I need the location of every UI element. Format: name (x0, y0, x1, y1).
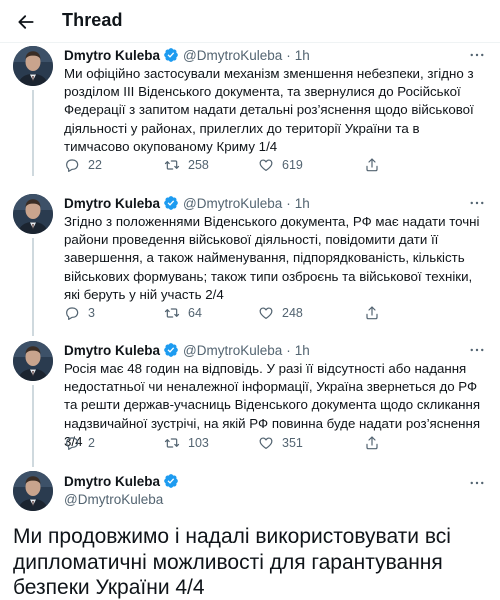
more-button[interactable] (466, 44, 488, 66)
retweet-icon (164, 435, 180, 451)
retweet-button[interactable]: 103 (164, 433, 209, 453)
reply-count: 2 (88, 436, 95, 450)
author-handle[interactable]: @DmytroKuleba (183, 343, 282, 358)
author-name[interactable]: Dmytro Kuleba (64, 196, 160, 211)
retweet-button[interactable]: 258 (164, 155, 209, 175)
like-count: 619 (282, 158, 303, 172)
retweet-count: 103 (188, 436, 209, 450)
separator-dot: · (286, 195, 291, 211)
tweet-text: Ми офіційно застосували механізм зменшен… (64, 66, 474, 154)
separator-dot: · (286, 47, 291, 63)
heart-icon (258, 157, 274, 173)
verified-badge-icon (163, 195, 179, 211)
retweet-icon (164, 305, 180, 321)
share-icon (364, 157, 380, 173)
verified-badge-icon (163, 47, 179, 63)
like-button[interactable]: 619 (258, 155, 303, 175)
tweet-actions: 3 64 248 (64, 303, 464, 323)
like-button[interactable]: 248 (258, 303, 303, 323)
verified-badge-icon (163, 473, 179, 489)
tweet[interactable]: Dmytro Kuleba @DmytroKuleba · 1h Ми офіц… (0, 46, 500, 180)
focused-tweet[interactable]: Dmytro Kuleba @DmytroKuleba Ми продовжим… (0, 470, 500, 600)
timestamp[interactable]: 1h (295, 48, 310, 63)
author-handle[interactable]: @DmytroKuleba (183, 196, 282, 211)
tweet-text: Згідно з положеннями Віденського докумен… (64, 214, 480, 302)
heart-icon (258, 435, 274, 451)
thread-connector-line (32, 385, 34, 467)
tweet[interactable]: Dmytro Kuleba @DmytroKuleba · 1h Росія м… (0, 339, 500, 467)
author-name[interactable]: Dmytro Kuleba (64, 48, 160, 63)
tweet-actions: 2 103 351 (64, 433, 464, 453)
avatar[interactable] (13, 194, 53, 234)
share-button[interactable] (364, 433, 388, 453)
separator-dot: · (286, 342, 291, 358)
avatar[interactable] (13, 46, 53, 86)
thread-connector-line (32, 90, 34, 176)
tweet-header: Dmytro Kuleba @DmytroKuleba · 1h (64, 46, 310, 64)
retweet-button[interactable]: 64 (164, 303, 202, 323)
retweet-count: 258 (188, 158, 209, 172)
more-dots-icon (468, 46, 486, 64)
reply-icon (64, 305, 80, 321)
like-count: 248 (282, 306, 303, 320)
reply-count: 22 (88, 158, 102, 172)
share-icon (364, 305, 380, 321)
arrow-left-icon (18, 15, 34, 29)
tweet-text: Ми продовжимо і надалі використовувати в… (13, 525, 451, 599)
divider (0, 42, 500, 43)
reply-icon (64, 435, 80, 451)
more-dots-icon (468, 341, 486, 359)
more-dots-icon (468, 474, 486, 492)
profile-photo (13, 46, 53, 86)
tweet-header: Dmytro Kuleba @DmytroKuleba · 1h (64, 194, 310, 212)
avatar[interactable] (13, 341, 53, 381)
like-count: 351 (282, 436, 303, 450)
reply-button[interactable]: 3 (64, 303, 95, 323)
retweet-icon (164, 157, 180, 173)
reply-icon (64, 157, 80, 173)
more-button[interactable] (466, 192, 488, 214)
page-title: Thread (62, 10, 123, 30)
share-button[interactable] (364, 303, 388, 323)
thread-connector-line (32, 238, 34, 336)
more-button[interactable] (466, 339, 488, 361)
author-handle[interactable]: @DmytroKuleba (64, 492, 163, 507)
author-handle[interactable]: @DmytroKuleba (183, 48, 282, 63)
share-button[interactable] (364, 155, 388, 175)
tweet[interactable]: Dmytro Kuleba @DmytroKuleba · 1h Згідно … (0, 192, 500, 336)
timestamp[interactable]: 1h (295, 196, 310, 211)
timestamp[interactable]: 1h (295, 343, 310, 358)
profile-photo (13, 194, 53, 234)
tweet-actions: 22 258 619 (64, 155, 464, 175)
avatar[interactable] (13, 471, 53, 511)
tweet-header: Dmytro Kuleba @DmytroKuleba · 1h (64, 341, 310, 359)
more-dots-icon (468, 194, 486, 212)
share-icon (364, 435, 380, 451)
reply-count: 3 (88, 306, 95, 320)
profile-photo (13, 341, 53, 381)
top-bar: Thread (0, 0, 500, 42)
author-name[interactable]: Dmytro Kuleba (64, 474, 160, 489)
reply-button[interactable]: 2 (64, 433, 95, 453)
verified-badge-icon (163, 342, 179, 358)
more-button[interactable] (466, 472, 488, 494)
back-button[interactable] (12, 8, 40, 36)
reply-button[interactable]: 22 (64, 155, 102, 175)
retweet-count: 64 (188, 306, 202, 320)
heart-icon (258, 305, 274, 321)
author-name-row: Dmytro Kuleba (64, 473, 183, 489)
like-button[interactable]: 351 (258, 433, 303, 453)
author-name[interactable]: Dmytro Kuleba (64, 343, 160, 358)
profile-photo (13, 471, 53, 511)
